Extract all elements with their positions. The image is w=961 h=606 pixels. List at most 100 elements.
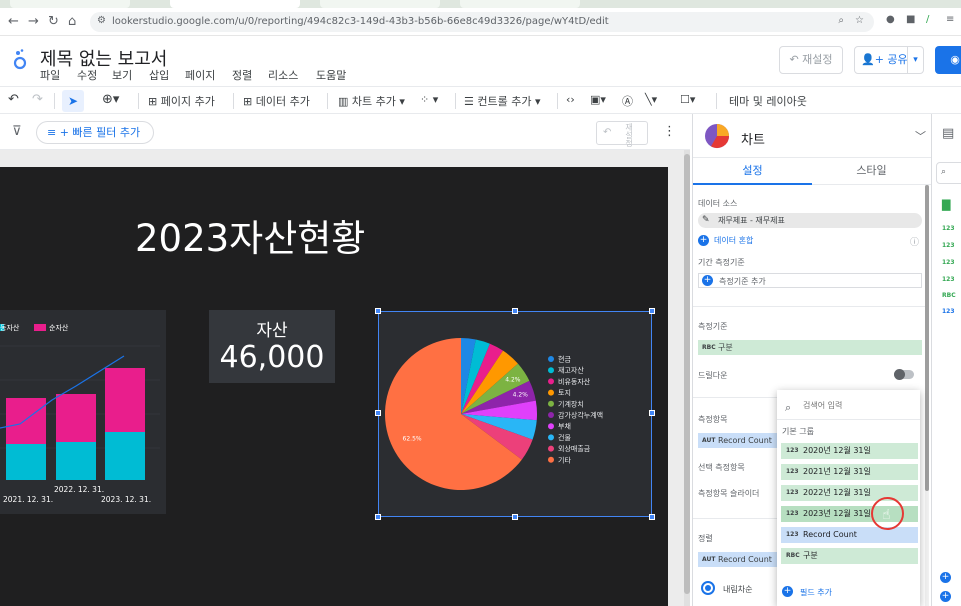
legend-label-3[interactable]: 토지 [558,388,571,397]
extension-icon[interactable]: / [926,14,929,25]
share-button[interactable]: 👤+ 공유 ▾ [854,46,924,74]
text-icon[interactable]: Ⓐ [622,93,633,109]
bar-2023-net[interactable] [105,368,145,432]
chart-type-header[interactable]: 차트 ﹀ [693,114,931,158]
view-button[interactable]: ◉ [935,46,961,74]
menu-arrange[interactable]: 정렬 [232,67,252,83]
site-info-icon[interactable]: ⚙ [97,15,106,26]
dimension-chip[interactable]: RBC 구분 [698,340,922,355]
reload-icon[interactable]: ↻ [48,14,59,29]
legend-label-9[interactable]: 기타 [558,455,571,464]
extension-icon[interactable]: ■ [906,14,915,25]
resize-handle[interactable] [512,514,518,520]
legend-label-6[interactable]: 부채 [558,422,571,431]
field-option[interactable]: 123 2020년 12월 31일 [781,443,918,459]
forward-icon[interactable]: → [28,14,39,29]
metric-chip[interactable]: AUT Record Count [698,433,778,448]
browser-tab-active[interactable] [170,0,300,8]
menu-page[interactable]: 페이지 [185,67,215,83]
select-tool-icon[interactable]: ➤ [62,90,84,112]
home-icon[interactable]: ⌂ [68,14,76,29]
share-dropdown-icon[interactable]: ▾ [907,47,923,73]
resize-handle[interactable] [375,514,381,520]
menu-insert[interactable]: 삽입 [149,67,169,83]
resize-handle[interactable] [649,308,655,314]
quick-filter-button[interactable]: ≡ + 빠른 필터 추가 [36,121,154,144]
legend-label-4[interactable]: 기계장치 [558,399,584,408]
panel-scroll-thumb[interactable] [925,185,929,491]
community-viz-button[interactable]: ⁘ ▾ [420,93,438,106]
add-data-button[interactable]: ⊞ 데이터 추가 [243,93,310,109]
data-search-field[interactable]: ⌕ [936,162,961,184]
line-icon[interactable]: ╲▾ [645,93,657,106]
bookmark-star-icon[interactable]: ☆ [855,15,864,26]
menu-file[interactable]: 파일 [40,67,60,83]
back-icon[interactable]: ← [8,14,19,29]
drilldown-toggle[interactable] [894,369,914,380]
bar-2023-current[interactable] [105,432,145,480]
field-search-input[interactable] [803,401,913,410]
browser-tab[interactable] [460,0,580,8]
resize-handle[interactable] [375,308,381,314]
sort-metric-chip[interactable]: AUT Record Count [698,552,778,567]
field-option[interactable]: RBC 구분 [781,548,918,564]
add-chart-button[interactable]: ▥ 차트 추가 ▾ [338,93,405,109]
add-icon[interactable]: + [940,591,951,602]
resize-handle[interactable] [512,308,518,314]
field-type-icon[interactable]: 123 [942,259,955,266]
bar-2021-current[interactable] [6,444,46,480]
canvas-scroll-thumb[interactable] [684,154,690,594]
add-date-dimension-button[interactable]: + 측정기준 추가 [698,273,922,288]
redo-icon[interactable]: ↷ [32,92,43,107]
field-type-icon[interactable]: 123 [942,225,955,232]
browser-tab[interactable] [320,0,440,8]
field-option[interactable]: 123 Record Count [781,527,918,543]
stacked-bar-chart[interactable]: 동자산 순자산 2021. 12. 31. 2022. 12. 31. 2023… [0,310,166,514]
tab-setup[interactable]: 설정 [693,158,812,185]
bar-2022-current[interactable] [56,442,96,480]
embed-code-icon[interactable]: ‹› [566,93,575,106]
field-option[interactable]: 123 2022년 12월 31일 [781,485,918,501]
field-type-icon[interactable]: 123 [942,276,955,283]
shape-icon[interactable]: ☐▾ [680,93,695,106]
blend-data-button[interactable]: + 데이터 혼합 [698,235,753,246]
add-page-button[interactable]: ⊞ 페이지 추가 [148,93,215,109]
menu-edit[interactable]: 수정 [77,67,97,83]
legend-label-2[interactable]: 비유동자산 [558,377,591,386]
add-control-button[interactable]: ☰ 컨트롤 추가 ▾ [464,93,541,109]
panel-scrollbar[interactable] [925,185,929,606]
menu-view[interactable]: 보기 [112,67,132,83]
reset-filters-button[interactable]: ↶ 재설정 [596,121,648,148]
data-panel-icon[interactable]: ▤ [942,126,954,141]
zoom-icon[interactable]: ⊕▾ [102,92,119,107]
scorecard[interactable]: 자산 46,000 [209,310,335,383]
bar-2022-net[interactable] [56,394,96,442]
tab-style[interactable]: 스타일 [812,158,931,185]
reset-button[interactable]: ↶ 재설정 [779,46,843,74]
legend-label-0[interactable]: 현금 [558,356,571,364]
add-field-button[interactable]: + 필드 추가 [782,586,832,598]
image-icon[interactable]: ▣▾ [590,93,606,106]
chevron-down-icon[interactable]: ﹀ [915,128,926,144]
menu-help[interactable]: 도움말 [316,67,346,83]
theme-layout-button[interactable]: 테마 및 레이아웃 [729,93,807,109]
legend-label-1[interactable]: 재고자산 [558,366,584,375]
resize-handle[interactable] [649,514,655,520]
legend-label-7[interactable]: 건물 [558,433,571,442]
add-icon[interactable]: + [940,572,951,583]
canvas-scrollbar[interactable] [684,150,690,606]
extensions-menu-icon[interactable]: ≡ [946,14,954,25]
field-type-icon[interactable]: 123 [942,308,955,315]
bar-2021-net[interactable] [6,398,46,444]
report-heading[interactable]: 2023자산현황 [135,208,365,262]
browser-tab[interactable] [10,0,130,8]
field-type-icon[interactable]: RBC [942,292,956,299]
menu-resource[interactable]: 리소스 [268,67,298,83]
pie-chart[interactable]: 4.2% 4.2% 62.5% 현금 재고자산 비유동자산 토지 기계장치 감가상각누계액 부채 건… [375,308,655,520]
pencil-icon[interactable]: ✎ [702,213,710,228]
address-bar[interactable]: ⚙ lookerstudio.google.com/u/0/reporting/… [90,12,874,32]
resize-handle[interactable] [375,410,381,416]
zoom-icon[interactable]: ⌕ [838,15,844,26]
help-icon[interactable]: ⓘ [910,235,919,248]
more-options-icon[interactable]: ⋮ [663,124,676,139]
